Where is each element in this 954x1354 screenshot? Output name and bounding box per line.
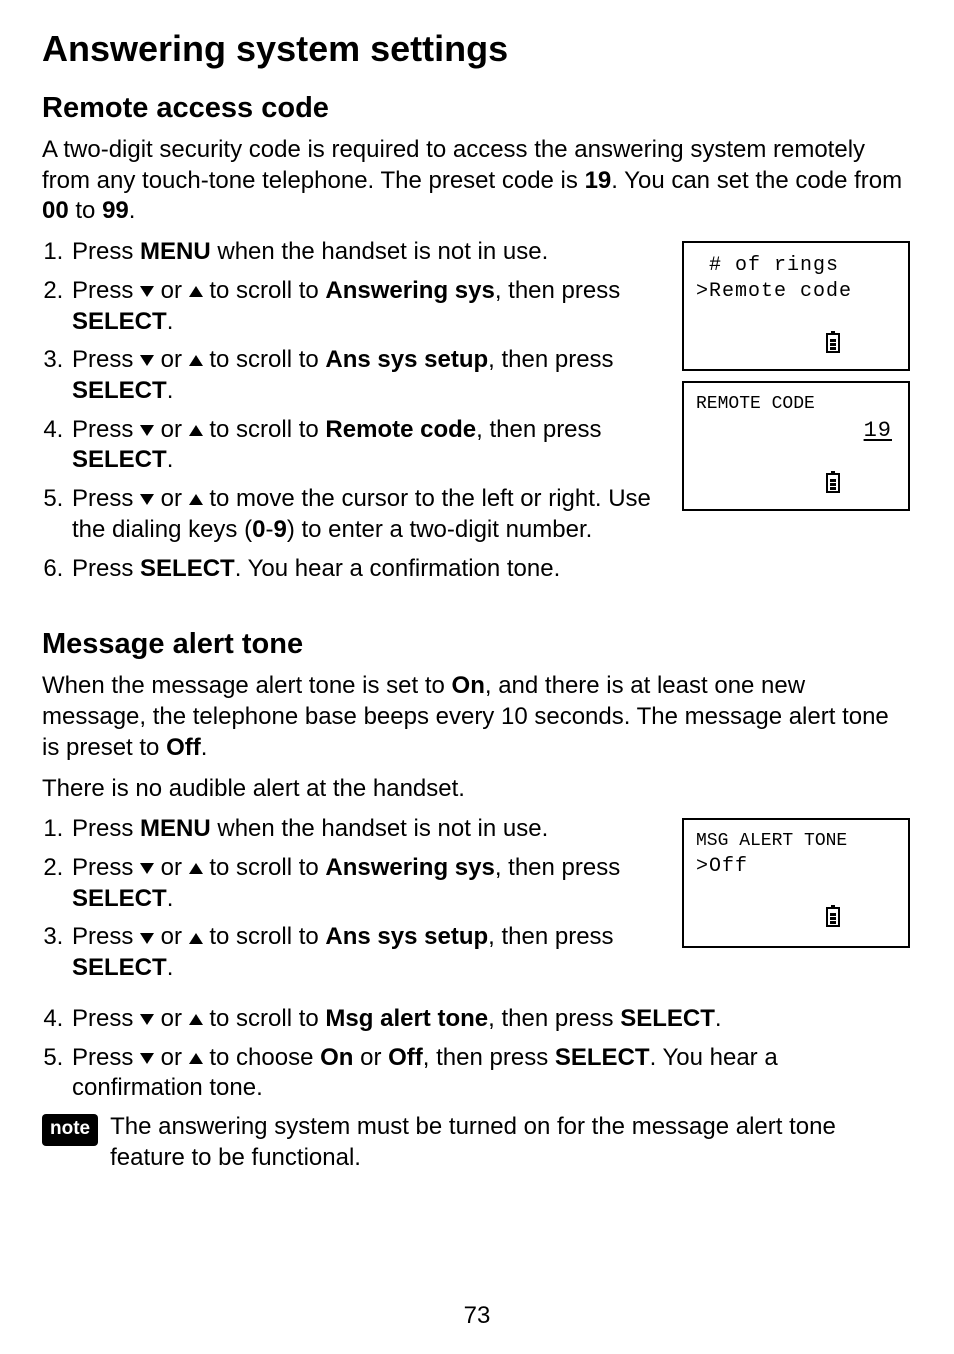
msg-alert-content-row-top: Press MENU when the handset is not in us…: [42, 814, 912, 992]
page-title: Answering system settings: [42, 28, 912, 70]
arrow-up-icon: [189, 355, 203, 366]
remote-intro-paragraph: A two-digit security code is required to…: [42, 135, 912, 227]
page-number: 73: [0, 1302, 954, 1330]
msg-alert-step-5: Press or to choose On or Off, then press…: [70, 1043, 912, 1104]
arrow-up-icon: [189, 1053, 203, 1064]
note-badge: note: [42, 1114, 98, 1146]
arrow-up-icon: [189, 1014, 203, 1025]
arrow-up-icon: [189, 286, 203, 297]
remote-step-2: Press or to scroll to Answering sys, the…: [70, 276, 658, 337]
arrow-down-icon: [140, 1053, 154, 1064]
remote-lcd-column: # of rings >Remote code REMOTE CODE 19: [682, 237, 912, 511]
lcd-battery-row: [696, 445, 898, 523]
arrow-down-icon: [140, 355, 154, 366]
remote-step-4: Press or to scroll to Remote code, then …: [70, 415, 658, 476]
msg-alert-step-1: Press MENU when the handset is not in us…: [70, 814, 658, 845]
arrow-down-icon: [140, 933, 154, 944]
battery-icon: [826, 907, 840, 927]
lcd-line: # of rings: [696, 253, 898, 279]
lcd-battery-row: [696, 880, 898, 958]
remote-steps-list: Press MENU when the handset is not in us…: [42, 237, 658, 592]
msg-alert-lcd-column: MSG ALERT TONE >Off: [682, 814, 912, 948]
section-heading-message-alert-tone: Message alert tone: [42, 628, 912, 661]
lcd-title: MSG ALERT TONE: [696, 830, 898, 853]
lcd-msg-alert-tone: MSG ALERT TONE >Off: [682, 818, 910, 948]
battery-icon: [826, 473, 840, 493]
msg-alert-steps-list-bottom: Press or to scroll to Msg alert tone, th…: [42, 1004, 912, 1104]
lcd-remote-code-entry: REMOTE CODE 19: [682, 381, 910, 511]
arrow-down-icon: [140, 1014, 154, 1025]
remote-code-value: 19: [864, 418, 892, 443]
lcd-line: >Remote code: [696, 279, 898, 305]
msg-alert-intro2-paragraph: There is no audible alert at the handset…: [42, 774, 912, 805]
msg-alert-step-2: Press or to scroll to Answering sys, the…: [70, 853, 658, 914]
remote-step-5: Press or to move the cursor to the left …: [70, 484, 658, 545]
lcd-line: >Off: [696, 854, 898, 880]
msg-alert-intro-paragraph: When the message alert tone is set to On…: [42, 671, 912, 763]
lcd-title: REMOTE CODE: [696, 393, 898, 416]
arrow-down-icon: [140, 863, 154, 874]
arrow-up-icon: [189, 494, 203, 505]
arrow-up-icon: [189, 933, 203, 944]
manual-page: Answering system settings Remote access …: [0, 0, 954, 1354]
arrow-down-icon: [140, 494, 154, 505]
lcd-remote-menu: # of rings >Remote code: [682, 241, 910, 371]
remote-step-6: Press SELECT. You hear a confirmation to…: [70, 554, 658, 585]
arrow-down-icon: [140, 286, 154, 297]
remote-step-1: Press MENU when the handset is not in us…: [70, 237, 658, 268]
msg-alert-steps-list-top: Press MENU when the handset is not in us…: [42, 814, 658, 992]
section-heading-remote-access-code: Remote access code: [42, 92, 912, 125]
remote-step-3: Press or to scroll to Ans sys setup, the…: [70, 345, 658, 406]
lcd-value-row: 19: [696, 417, 898, 446]
battery-icon: [826, 333, 840, 353]
arrow-up-icon: [189, 425, 203, 436]
lcd-battery-row: [696, 305, 898, 383]
note-row: note The answering system must be turned…: [42, 1112, 912, 1173]
arrow-up-icon: [189, 863, 203, 874]
msg-alert-step-3: Press or to scroll to Ans sys setup, the…: [70, 922, 658, 983]
arrow-down-icon: [140, 425, 154, 436]
remote-content-row: Press MENU when the handset is not in us…: [42, 237, 912, 592]
note-text: The answering system must be turned on f…: [110, 1112, 912, 1173]
msg-alert-step-4: Press or to scroll to Msg alert tone, th…: [70, 1004, 912, 1035]
